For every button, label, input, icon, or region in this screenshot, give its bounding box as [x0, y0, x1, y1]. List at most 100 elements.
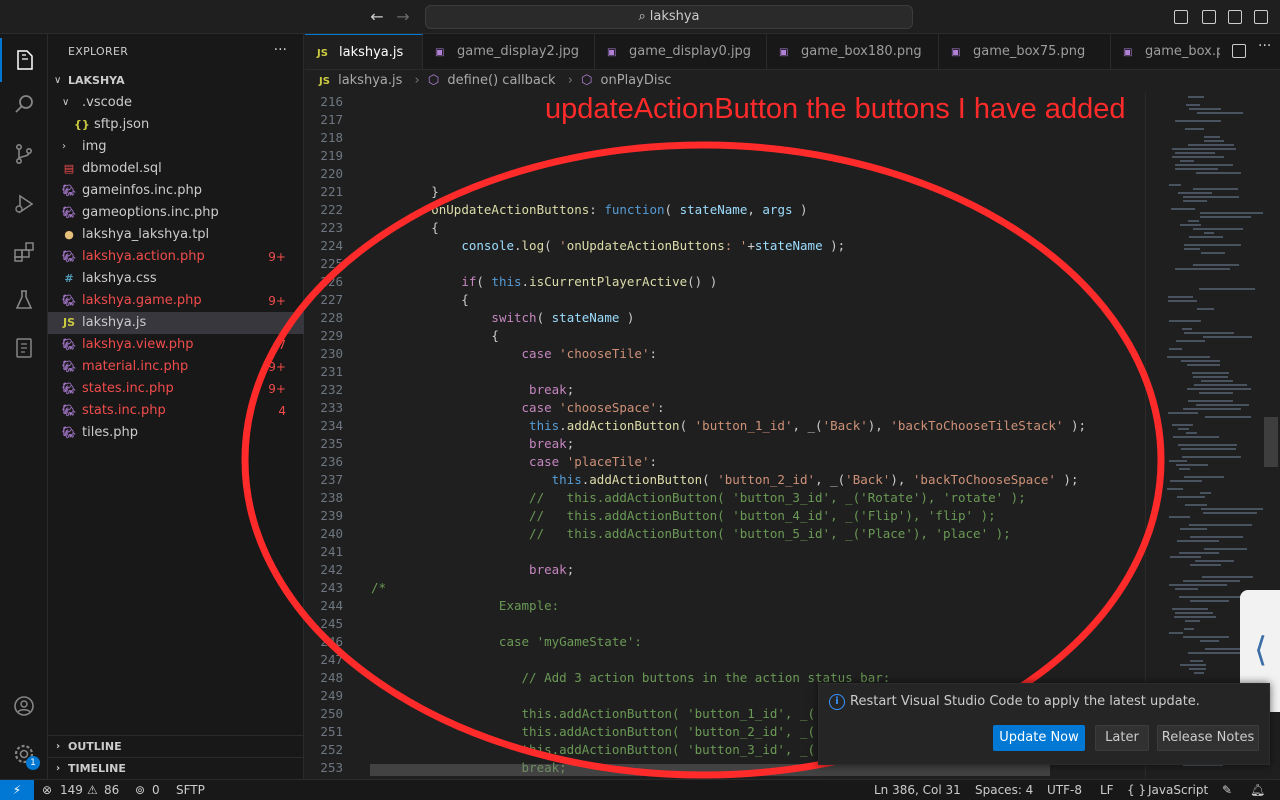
- code-line[interactable]: case 'chooseSpace':: [371, 399, 665, 417]
- vertical-scrollbar-thumb[interactable]: [1264, 417, 1278, 467]
- breadcrumb-scope-define[interactable]: define() callback: [447, 73, 555, 88]
- explorer-root-folder[interactable]: ∨ LAKSHYA: [48, 70, 304, 92]
- search-icon[interactable]: [0, 82, 48, 126]
- split-editor-icon[interactable]: [1232, 44, 1246, 58]
- minimap-line: [1179, 552, 1219, 554]
- sftp-status[interactable]: SFTP: [176, 780, 205, 800]
- editor-tab[interactable]: ▣ game_display2.jpg: [423, 34, 595, 69]
- arrow-right-icon[interactable]: →: [393, 7, 413, 27]
- explorer-item[interactable]: # lakshya.css: [48, 268, 304, 290]
- explorer-item[interactable]: ● lakshya_lakshya.tpl: [48, 224, 304, 246]
- warning-icon[interactable]: ⚠: [87, 780, 98, 800]
- code-line[interactable]: break;: [371, 435, 574, 453]
- explorer-item-label: lakshya.action.php: [82, 249, 205, 264]
- code-line[interactable]: {: [371, 327, 499, 345]
- update-now-button[interactable]: Update Now: [993, 725, 1085, 751]
- encoding[interactable]: UTF-8: [1047, 780, 1082, 800]
- outline-section[interactable]: › OUTLINE: [48, 735, 304, 757]
- later-button[interactable]: Later: [1095, 725, 1149, 751]
- timeline-section[interactable]: › TIMELINE: [48, 757, 304, 779]
- explorer-item[interactable]: 🐘︎ stats.inc.php 4: [48, 400, 304, 422]
- error-count[interactable]: 149: [60, 780, 83, 800]
- editor-tab[interactable]: ▣ game_box180.png: [767, 34, 939, 69]
- command-center-search[interactable]: ⌕ lakshya: [425, 5, 913, 29]
- breadcrumb-scope-onplaydisc[interactable]: onPlayDisc: [601, 73, 672, 88]
- testing-icon[interactable]: [0, 278, 48, 322]
- horizontal-scrollbar[interactable]: [370, 764, 1050, 776]
- editor-tab[interactable]: ▣ game_display0.jpg: [595, 34, 767, 69]
- code-line[interactable]: // this.addActionButton( 'button_5_id', …: [371, 525, 1011, 543]
- code-line[interactable]: this.addActionButton( 'button_2_id', _('…: [371, 723, 838, 741]
- explorer-item[interactable]: 🐘︎ gameinfos.inc.php: [48, 180, 304, 202]
- run-debug-icon[interactable]: [0, 182, 48, 226]
- feedback-icon[interactable]: ✎: [1222, 780, 1232, 800]
- ports-icon[interactable]: ⊚: [135, 780, 145, 800]
- arrow-left-icon[interactable]: ←: [367, 7, 387, 27]
- code-line[interactable]: this.addActionButton( 'button_3_id', _('…: [371, 741, 838, 759]
- explorer-item[interactable]: 🐘︎ material.inc.php 9+: [48, 356, 304, 378]
- error-icon[interactable]: ⊗: [42, 780, 52, 800]
- remote-indicator-icon[interactable]: ⚡: [0, 780, 34, 800]
- more-actions-icon[interactable]: ···: [1258, 38, 1271, 54]
- code-line[interactable]: break;: [371, 381, 574, 399]
- code-line[interactable]: onUpdateActionButtons: function( stateNa…: [371, 201, 807, 219]
- breadcrumb-file[interactable]: lakshya.js: [338, 73, 402, 88]
- indentation[interactable]: Spaces: 4: [975, 780, 1033, 800]
- code-line[interactable]: case 'placeTile':: [371, 453, 657, 471]
- remote-explorer-icon[interactable]: [0, 326, 48, 370]
- code-line[interactable]: case 'myGameState':: [371, 633, 642, 651]
- toggle-secondary-sidebar-icon[interactable]: [1228, 10, 1242, 24]
- editor-tab[interactable]: ▣ game_box75.png: [939, 34, 1111, 69]
- braces-icon[interactable]: { }: [1127, 780, 1146, 800]
- toggle-panel-icon[interactable]: [1202, 10, 1216, 24]
- editor-tab[interactable]: JS lakshya.js: [305, 34, 423, 69]
- minimap-line: [1169, 184, 1181, 186]
- code-line[interactable]: {: [371, 219, 439, 237]
- code-line[interactable]: this.addActionButton( 'button_1_id', _('…: [371, 417, 1086, 435]
- explorer-item[interactable]: 🐘︎ states.inc.php 9+: [48, 378, 304, 400]
- code-line[interactable]: // this.addActionButton( 'button_3_id', …: [371, 489, 1026, 507]
- explorer-item[interactable]: 🐘︎ gameoptions.inc.php: [48, 202, 304, 224]
- code-line[interactable]: // Add 3 action buttons in the action st…: [371, 669, 891, 687]
- code-line[interactable]: Example:: [371, 597, 559, 615]
- code-line[interactable]: if( this.isCurrentPlayerActive() ): [371, 273, 717, 291]
- code-line[interactable]: // this.addActionButton( 'button_4_id', …: [371, 507, 996, 525]
- code-line[interactable]: }: [371, 183, 439, 201]
- explorer-item[interactable]: {} sftp.json: [48, 114, 304, 136]
- code-line[interactable]: switch( stateName ): [371, 309, 634, 327]
- chevron-left-icon: ⟨: [1254, 630, 1268, 670]
- code-line[interactable]: this.addActionButton( 'button_2_id', _('…: [371, 471, 1079, 489]
- toggle-sidebar-icon[interactable]: [1174, 10, 1188, 24]
- explorer-item[interactable]: 🐘︎ lakshya.action.php 9+: [48, 246, 304, 268]
- explorer-item[interactable]: JS lakshya.js: [48, 312, 304, 334]
- language-mode[interactable]: JavaScript: [1148, 780, 1208, 800]
- code-line[interactable]: this.addActionButton( 'button_1_id', _('…: [371, 705, 838, 723]
- code-line[interactable]: break;: [371, 561, 574, 579]
- minimap-line: [1196, 404, 1249, 406]
- cursor-position[interactable]: Ln 386, Col 31: [874, 780, 961, 800]
- extensions-icon[interactable]: [0, 230, 48, 274]
- more-actions-icon[interactable]: ···: [274, 42, 287, 58]
- explorer-item[interactable]: ▤ dbmodel.sql: [48, 158, 304, 180]
- source-control-icon[interactable]: [0, 132, 48, 176]
- release-notes-button[interactable]: Release Notes: [1157, 725, 1259, 751]
- end-of-line[interactable]: LF: [1100, 780, 1114, 800]
- warning-count[interactable]: 86: [104, 780, 119, 800]
- explorer-item[interactable]: 🐘︎ lakshya.view.php 7: [48, 334, 304, 356]
- explorer-item[interactable]: 🐘︎ tiles.php: [48, 422, 304, 444]
- manage-gear-icon[interactable]: 1: [0, 732, 48, 776]
- explorer-icon[interactable]: [0, 38, 48, 82]
- code-editor[interactable]: 216 217 218 219 220 221 } 222 onUpdateActionBu…: [305, 92, 1145, 779]
- accounts-icon[interactable]: [0, 684, 48, 728]
- explorer-item[interactable]: ∨ .vscode: [48, 92, 304, 114]
- ports-count[interactable]: 0: [152, 780, 160, 800]
- line-number: 253: [320, 760, 343, 775]
- notifications-bell-icon[interactable]: 🔔︎: [1250, 780, 1265, 800]
- code-line[interactable]: console.log( 'onUpdateActionButtons: '+s…: [371, 237, 845, 255]
- explorer-item[interactable]: 🐘︎ lakshya.game.php 9+: [48, 290, 304, 312]
- code-line[interactable]: {: [371, 291, 469, 309]
- explorer-item[interactable]: › img: [48, 136, 304, 158]
- code-line[interactable]: case 'chooseTile':: [371, 345, 657, 363]
- code-line[interactable]: /*: [371, 579, 386, 597]
- customize-layout-icon[interactable]: [1254, 10, 1268, 24]
